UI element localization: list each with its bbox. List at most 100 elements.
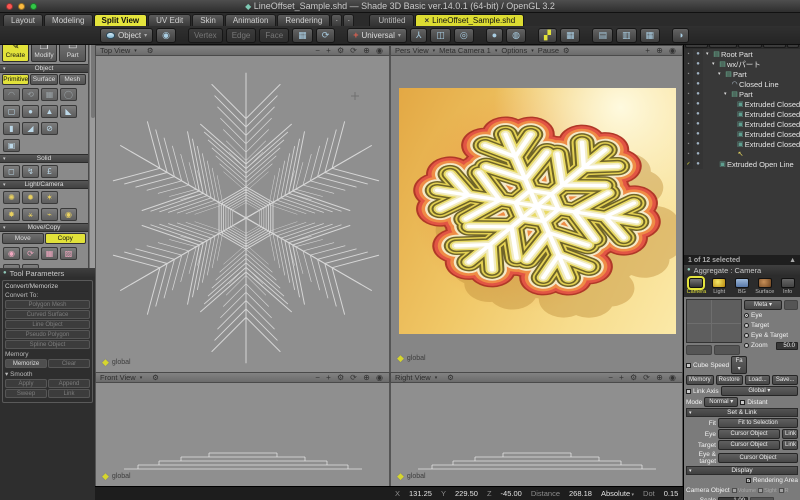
tree-row-extruded-closed[interactable]: ▪●▣Extruded Closed (684, 119, 800, 129)
zoom-controls[interactable]: − + ⚙ (608, 373, 639, 382)
tab-mesh[interactable]: Mesh (59, 74, 86, 85)
menu-tab-skin[interactable]: Skin (192, 14, 224, 26)
tree-row-part[interactable]: ▪●▾▤Part (684, 69, 800, 79)
aggregate-header[interactable]: ●Aggregate : Camera (684, 265, 800, 275)
rig-tool-3[interactable]: ◎ (454, 28, 474, 43)
primitive-tool-icon[interactable]: ◯ (60, 88, 77, 101)
gear-icon[interactable]: ⚙ (152, 373, 159, 382)
section-move-copy[interactable]: ▾Move/Copy (0, 223, 88, 232)
gear-icon[interactable]: ⚙ (147, 46, 154, 55)
pers-view-title[interactable]: Pers View (395, 46, 429, 55)
convert-to-polygon-mesh-button[interactable]: Polygon Mesh (5, 300, 90, 309)
render-toggle-icon[interactable]: ● (693, 139, 703, 149)
rendering-area-checkbox[interactable]: ✓ (746, 478, 751, 483)
aggregate-tab-light[interactable]: Light (709, 278, 730, 295)
row-toggle-icon[interactable]: ▪ (684, 49, 693, 59)
checkbox[interactable] (779, 488, 784, 493)
universal-manipulator-button[interactable]: +Universal▾ (347, 28, 407, 43)
primitive-tool-icon[interactable]: ▣ (3, 139, 20, 152)
row-toggle-icon[interactable]: ▪ (684, 109, 693, 119)
aggregate-tab-surface[interactable]: Surface (754, 278, 775, 295)
menu-tab-uv-edit[interactable]: UV Edit (148, 14, 191, 26)
distant-checkbox[interactable] (740, 400, 745, 405)
tree-row-closed-line[interactable]: ▪●◠Closed Line (684, 79, 800, 89)
apply-button[interactable]: Apply (5, 379, 47, 388)
aggregate-tab-camera[interactable]: Camera (686, 278, 707, 295)
tab-surface[interactable]: Surface (30, 74, 57, 85)
tree-row-cursor[interactable]: ▪●↖ (684, 149, 800, 159)
primitive-tool-icon[interactable]: ▮ (3, 122, 20, 135)
camera-type-dropdown[interactable]: Meta ▾ (744, 300, 782, 310)
cube-speed-checkbox[interactable] (686, 363, 691, 368)
cursor-object-button[interactable]: Cursor Object (718, 440, 780, 450)
render-toggle-icon[interactable]: ● (693, 59, 703, 69)
link-button[interactable]: Link (782, 440, 798, 450)
coordinate-mode-dropdown[interactable]: Absolute ▾ (601, 489, 634, 498)
aggregate-tab-bg[interactable]: BG (732, 278, 753, 295)
solid-tool-icon[interactable]: £ (41, 165, 58, 178)
close-tab-icon[interactable]: × (424, 16, 429, 25)
menu-tab-animation[interactable]: Animation (225, 14, 277, 26)
convert-to-pseudo-polygon-button[interactable]: Pseudo Polygon (5, 330, 90, 339)
primitive-tool-icon[interactable]: ◠ (3, 88, 20, 101)
row-toggle-icon[interactable]: ▪ (684, 149, 693, 159)
mode-dropdown[interactable]: Normal ▾ (704, 397, 738, 407)
doc-tab-untitled[interactable]: Untitled (369, 14, 414, 26)
render-toggle-icon[interactable]: ● (693, 89, 703, 99)
tree-row-extruded-closed[interactable]: ▪●▣Extruded Closed (684, 139, 800, 149)
menu-extra-button-1[interactable]: · (331, 14, 342, 26)
restore-button[interactable]: Restore (716, 375, 743, 385)
mode-button-vertex[interactable]: Vertex (188, 28, 223, 43)
collapse-icon[interactable]: ▲ (789, 257, 796, 264)
row-toggle-icon[interactable]: ▪ (684, 59, 693, 69)
checkbox[interactable] (732, 488, 737, 493)
load--button[interactable]: Load... (745, 375, 771, 385)
primitive-tool-icon[interactable]: ▢ (3, 105, 20, 118)
pers-viewport[interactable]: ◆global (390, 56, 683, 372)
convert-to-line-object-button[interactable]: Line Object (5, 320, 90, 329)
right-viewport[interactable]: ◆global (390, 383, 683, 486)
row-toggle-icon[interactable]: ▪ (684, 119, 693, 129)
section-object[interactable]: ▾Object (0, 64, 88, 73)
tree-row-extruded-closed[interactable]: ▪●▣Extruded Closed (684, 129, 800, 139)
transform-tool-2[interactable]: ⟳ (316, 28, 336, 43)
move-button[interactable]: Move (2, 233, 44, 244)
tool-parameters-header[interactable]: ●Tool Parameters (0, 268, 95, 278)
row-toggle-icon[interactable]: ▪ (684, 89, 693, 99)
memory-button[interactable]: Memory (686, 375, 714, 385)
camera-preview[interactable] (686, 299, 742, 343)
menu-tab-rendering[interactable]: Rendering (277, 14, 330, 26)
scale-field[interactable]: 1.00 (718, 497, 748, 500)
view-layout-tool-3[interactable]: ▦ (640, 28, 661, 43)
browser-empty-area[interactable] (684, 181, 800, 255)
transform-tool-1[interactable]: ▦ (292, 28, 313, 43)
radio-target[interactable] (744, 323, 749, 328)
memorize-button[interactable]: Memorize (5, 359, 47, 368)
section-light-camera[interactable]: ▾Light/Camera (0, 180, 88, 189)
top-view-title[interactable]: Top View (100, 46, 130, 55)
render-toggle-icon[interactable]: ● (693, 79, 703, 89)
primitive-tool-icon[interactable]: ▲ (41, 105, 58, 118)
tree-row-part[interactable]: ▪●▾▤Part (684, 89, 800, 99)
menu-tab-layout[interactable]: Layout (3, 14, 43, 26)
preview-button-2[interactable] (714, 345, 740, 355)
checkbox[interactable] (758, 488, 763, 493)
link-axis-checkbox[interactable] (686, 389, 691, 394)
render-toggle-icon[interactable]: ● (693, 69, 703, 79)
convert-to-curved-surface-button[interactable]: Curved Surface (5, 310, 90, 319)
primitive-tool-icon[interactable]: ⊘ (41, 122, 58, 135)
copy-button[interactable]: Copy (45, 233, 87, 244)
preview-button-1[interactable] (686, 345, 712, 355)
row-toggle-icon[interactable]: ▪ (684, 139, 693, 149)
move-copy-tool-icon[interactable]: ▦ (41, 247, 58, 260)
row-toggle-icon[interactable]: ▪ (684, 69, 693, 79)
primitive-tool-icon[interactable]: ▦ (41, 88, 58, 101)
menu-tab-modeling[interactable]: Modeling (44, 14, 92, 26)
render-toggle-icon[interactable]: ● (693, 159, 703, 169)
front-viewport[interactable]: ◆global (95, 383, 390, 486)
tree-row-extruded-open-line[interactable]: ✓●▣Extruded Open Line (684, 159, 800, 169)
light-camera-tool-icon[interactable]: ✸ (3, 208, 20, 221)
rig-tool-2[interactable]: ◫ (430, 28, 451, 43)
section-solid[interactable]: ▾Solid (0, 154, 88, 163)
light-camera-tool-icon[interactable]: ✹ (22, 191, 39, 204)
